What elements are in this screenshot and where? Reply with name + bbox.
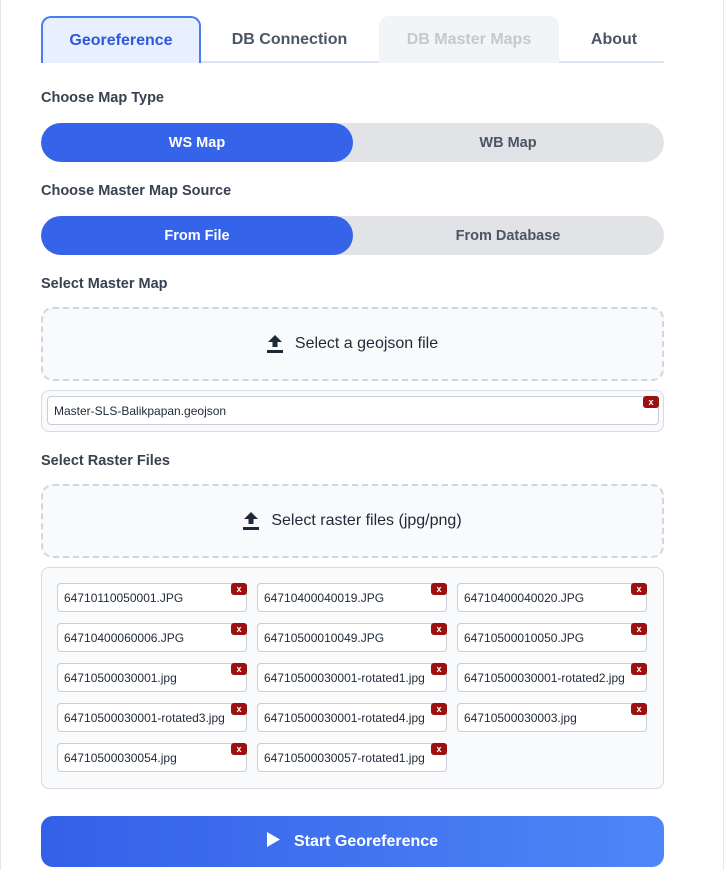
- raster-file-chip: 64710400060006.JPG x: [57, 623, 247, 652]
- raster-file-chip: 64710500030057-rotated1.jpg x: [257, 743, 447, 772]
- upload-icon: [243, 512, 260, 530]
- raster-file-chip: 64710500030001.jpg x: [57, 663, 247, 692]
- remove-file-button[interactable]: x: [231, 623, 247, 635]
- map-type-label: Choose Map Type: [41, 90, 164, 106]
- source-label: Choose Master Map Source: [41, 183, 232, 199]
- remove-file-button[interactable]: x: [643, 396, 659, 408]
- raster-file-chip: 64710500030001-rotated1.jpg x: [257, 663, 447, 692]
- raster-file-chip: 64710500030003.jpg x: [457, 703, 647, 732]
- remove-file-button[interactable]: x: [231, 583, 247, 595]
- tab-db-connection[interactable]: DB Connection: [217, 16, 362, 63]
- raster-file-chip: 64710500030054.jpg x: [57, 743, 247, 772]
- raster-file-chip: 64710500010049.JPG x: [257, 623, 447, 652]
- source-toggle: From Database From File: [41, 216, 664, 255]
- raster-file-name: 64710500030057-rotated1.jpg: [264, 750, 425, 765]
- remove-file-button[interactable]: x: [231, 703, 247, 715]
- raster-file-name: 64710500030001-rotated4.jpg: [264, 710, 425, 725]
- tab-db-master-maps: DB Master Maps: [379, 16, 559, 63]
- start-georeference-label: Start Georeference: [293, 832, 439, 850]
- raster-file-name: 64710400060006.JPG: [64, 630, 185, 645]
- ws-map-option[interactable]: WS Map: [41, 123, 353, 162]
- raster-file-chip: 64710500010050.JPG x: [457, 623, 647, 652]
- raster-file-name: 64710110050001.JPG: [64, 590, 184, 605]
- raster-files-label: Select Raster Files: [41, 453, 170, 469]
- upload-icon: [266, 335, 283, 353]
- file-name: Master-SLS-Balikpapan.geojson: [54, 403, 227, 418]
- raster-file-chip: 64710500030001-rotated4.jpg x: [257, 703, 447, 732]
- raster-dropzone[interactable]: Select raster files (jpg/png): [41, 484, 664, 558]
- raster-file-name: 64710500030001-rotated2.jpg: [464, 670, 625, 685]
- wb-map-option[interactable]: WB Map: [352, 123, 664, 162]
- raster-file-name: 64710400040019.JPG: [264, 590, 385, 605]
- master-map-file-list: Master-SLS-Balikpapan.geojson x: [41, 390, 664, 432]
- tab-bar: Georeference DB Connection DB Master Map…: [41, 16, 664, 63]
- master-map-drop-text: Select a geojson file: [294, 335, 439, 352]
- tab-georeference[interactable]: Georeference: [41, 16, 201, 63]
- remove-file-button[interactable]: x: [431, 583, 447, 595]
- raster-file-name: 64710500030001-rotated3.jpg: [64, 710, 225, 725]
- play-icon: [266, 831, 280, 852]
- raster-file-name: 64710500010050.JPG: [464, 630, 585, 645]
- remove-file-button[interactable]: x: [231, 743, 247, 755]
- raster-file-chip: 64710400040019.JPG x: [257, 583, 447, 612]
- raster-drop-text: Select raster files (jpg/png): [271, 512, 462, 529]
- tab-about[interactable]: About: [571, 16, 657, 63]
- remove-file-button[interactable]: x: [431, 743, 447, 755]
- start-georeference-button[interactable]: Start Georeference: [41, 816, 664, 867]
- file-chip: Master-SLS-Balikpapan.geojson x: [47, 396, 659, 425]
- raster-file-name: 64710500030003.jpg: [464, 710, 577, 725]
- raster-file-name: 64710500030001.jpg: [64, 670, 177, 685]
- remove-file-button[interactable]: x: [431, 703, 447, 715]
- remove-file-button[interactable]: x: [631, 583, 647, 595]
- remove-file-button[interactable]: x: [431, 623, 447, 635]
- remove-file-button[interactable]: x: [431, 663, 447, 675]
- raster-file-name: 64710500030001-rotated1.jpg: [264, 670, 425, 685]
- raster-file-name: 64710500030054.jpg: [64, 750, 177, 765]
- raster-file-chip: 64710500030001-rotated3.jpg x: [57, 703, 247, 732]
- raster-file-name: 64710500010049.JPG: [264, 630, 385, 645]
- remove-file-button[interactable]: x: [631, 703, 647, 715]
- from-file-option[interactable]: From File: [41, 216, 353, 255]
- map-type-toggle: WB Map WS Map: [41, 123, 664, 162]
- raster-file-name: 64710400040020.JPG: [464, 590, 585, 605]
- master-map-label: Select Master Map: [41, 276, 168, 292]
- master-map-dropzone[interactable]: Select a geojson file: [41, 307, 664, 381]
- raster-file-chip: 64710500030001-rotated2.jpg x: [457, 663, 647, 692]
- remove-file-button[interactable]: x: [631, 623, 647, 635]
- from-database-option[interactable]: From Database: [352, 216, 664, 255]
- raster-file-list: 64710110050001.JPG x 64710400040019.JPG x 64…: [41, 567, 664, 789]
- raster-file-chip: 64710400040020.JPG x: [457, 583, 647, 612]
- remove-file-button[interactable]: x: [231, 663, 247, 675]
- raster-file-chip: 64710110050001.JPG x: [57, 583, 247, 612]
- remove-file-button[interactable]: x: [631, 663, 647, 675]
